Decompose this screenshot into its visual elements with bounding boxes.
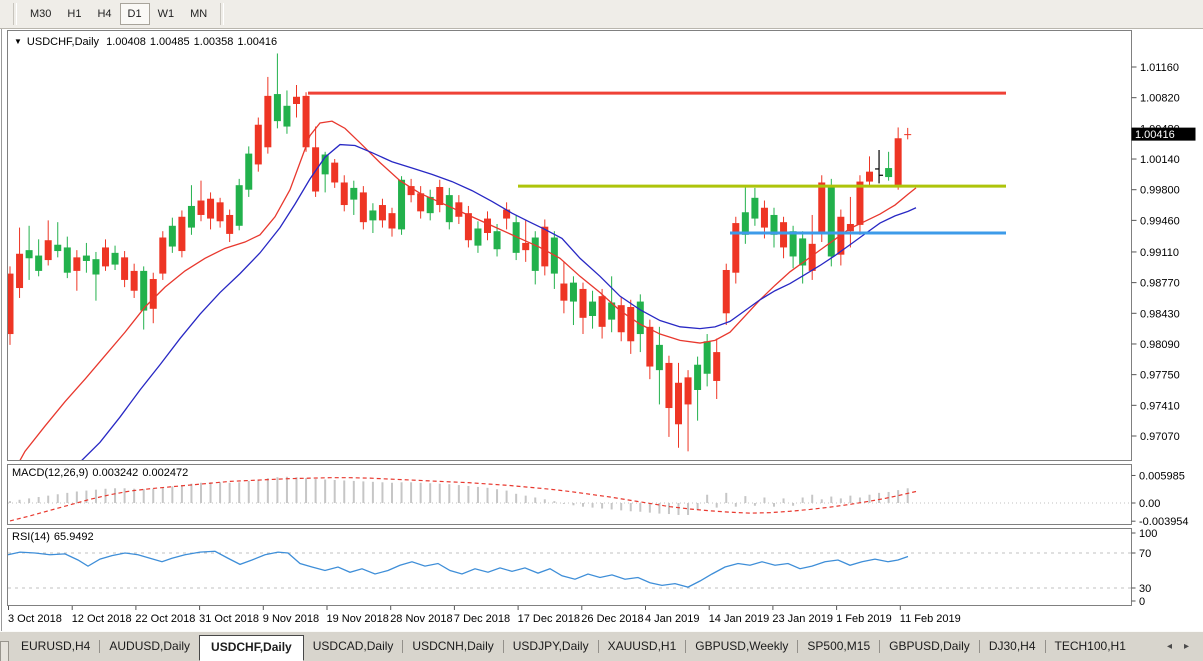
svg-text:0.97070: 0.97070 xyxy=(1140,431,1180,443)
svg-text:7 Dec 2018: 7 Dec 2018 xyxy=(454,613,510,625)
ohlc-high: 1.00485 xyxy=(150,36,190,48)
tab-eurusd-h4[interactable]: EURUSD,H4 xyxy=(12,635,99,658)
svg-text:100: 100 xyxy=(1139,528,1157,540)
tab-tech100-h1[interactable]: TECH100,H1 xyxy=(1046,635,1135,658)
symbol-label: USDCHF,Daily xyxy=(27,36,99,48)
tab-sp500-m15[interactable]: SP500,M15 xyxy=(798,635,879,658)
svg-text:9 Nov 2018: 9 Nov 2018 xyxy=(263,613,319,625)
svg-text:23 Jan 2019: 23 Jan 2019 xyxy=(772,613,833,625)
svg-text:30: 30 xyxy=(1139,583,1151,595)
svg-text:14 Jan 2019: 14 Jan 2019 xyxy=(709,613,770,625)
partial-tab[interactable] xyxy=(0,641,9,661)
svg-text:0.005985: 0.005985 xyxy=(1139,470,1185,482)
svg-text:1.00140: 1.00140 xyxy=(1140,154,1180,166)
macd-signal-value: 0.002472 xyxy=(142,467,188,479)
timeframe-toolbar: M30 H1 H4 D1 W1 MN xyxy=(0,0,1203,29)
svg-text:1 Feb 2019: 1 Feb 2019 xyxy=(836,613,892,625)
svg-text:1.00416: 1.00416 xyxy=(1135,129,1175,141)
svg-text:4 Jan 2019: 4 Jan 2019 xyxy=(645,613,699,625)
rsi-indicator-label: RSI(14) 65.9492 xyxy=(12,531,98,543)
toolbar-separator xyxy=(220,3,224,25)
tab-scroll-right-icon[interactable]: ▸ xyxy=(1184,641,1189,652)
tab-dj30-h4[interactable]: DJ30,H4 xyxy=(980,635,1045,658)
svg-text:0.00: 0.00 xyxy=(1139,498,1160,510)
svg-text:0.98090: 0.98090 xyxy=(1140,339,1180,351)
svg-text:0.99800: 0.99800 xyxy=(1140,185,1180,197)
chart-symbol-header[interactable]: ▼ USDCHF,Daily 1.00408 1.00485 1.003581.004… xyxy=(14,36,281,48)
chart-tab-bar: EURUSD,H4 AUDUSD,Daily USDCHF,Daily USDC… xyxy=(0,631,1203,661)
chart-canvas[interactable]: 1.011601.008201.004801.001400.998000.994… xyxy=(0,0,1203,661)
ohlc-low: 1.00358 xyxy=(194,36,234,48)
ohlc-open: 1.00408 xyxy=(106,36,146,48)
svg-text:0.97750: 0.97750 xyxy=(1140,370,1180,382)
tab-xauusd-h1[interactable]: XAUUSD,H1 xyxy=(599,635,686,658)
svg-text:0.99460: 0.99460 xyxy=(1140,215,1180,227)
timeframe-button-m30[interactable]: M30 xyxy=(22,3,59,25)
timeframe-button-h4[interactable]: H4 xyxy=(89,3,119,25)
timeframe-button-mn[interactable]: MN xyxy=(182,3,215,25)
svg-text:70: 70 xyxy=(1139,548,1151,560)
tab-usdcnh-daily[interactable]: USDCNH,Daily xyxy=(403,635,502,658)
svg-text:28 Nov 2018: 28 Nov 2018 xyxy=(390,613,452,625)
tab-scroll-arrows: ◂ ▸ xyxy=(1153,641,1203,652)
tab-scroll-left-icon[interactable]: ◂ xyxy=(1167,641,1172,652)
svg-text:0.97410: 0.97410 xyxy=(1140,400,1180,412)
rsi-value: 65.9492 xyxy=(54,531,94,543)
macd-indicator-label: MACD(12,26,9) 0.003242 0.002472 xyxy=(12,467,192,479)
svg-text:3 Oct 2018: 3 Oct 2018 xyxy=(8,613,62,625)
svg-text:1.01160: 1.01160 xyxy=(1140,62,1179,74)
svg-text:19 Nov 2018: 19 Nov 2018 xyxy=(327,613,389,625)
tab-usdcad-daily[interactable]: USDCAD,Daily xyxy=(304,635,403,658)
svg-text:0.99110: 0.99110 xyxy=(1140,247,1179,259)
svg-text:26 Dec 2018: 26 Dec 2018 xyxy=(581,613,643,625)
svg-text:0: 0 xyxy=(1139,596,1145,608)
timeframe-button-h1[interactable]: H1 xyxy=(59,3,89,25)
rsi-name: RSI(14) xyxy=(12,531,50,543)
timeframe-button-w1[interactable]: W1 xyxy=(150,3,183,25)
tab-gbpusd-weekly[interactable]: GBPUSD,Weekly xyxy=(686,635,797,658)
tab-usdchf-daily[interactable]: USDCHF,Daily xyxy=(199,635,304,661)
svg-text:-0.003954: -0.003954 xyxy=(1139,516,1189,528)
svg-text:1.00820: 1.00820 xyxy=(1140,93,1180,105)
timeframe-button-d1[interactable]: D1 xyxy=(120,3,150,25)
ohlc-close: 1.00416 xyxy=(237,36,277,48)
macd-name: MACD(12,26,9) xyxy=(12,467,88,479)
macd-main-value: 0.003242 xyxy=(92,467,138,479)
chevron-down-icon: ▼ xyxy=(14,37,22,46)
tab-usdjpy-daily[interactable]: USDJPY,Daily xyxy=(504,635,598,658)
svg-text:11 Feb 2019: 11 Feb 2019 xyxy=(900,613,961,625)
svg-text:31 Oct 2018: 31 Oct 2018 xyxy=(199,613,259,625)
tab-gbpusd-daily[interactable]: GBPUSD,Daily xyxy=(880,635,979,658)
svg-text:0.98770: 0.98770 xyxy=(1140,278,1180,290)
mt4-trading-window: { "toolbar": { "buttons": ["M30", "H1", … xyxy=(0,0,1203,661)
svg-text:22 Oct 2018: 22 Oct 2018 xyxy=(135,613,195,625)
svg-text:17 Dec 2018: 17 Dec 2018 xyxy=(518,613,580,625)
svg-text:0.98430: 0.98430 xyxy=(1140,308,1180,320)
svg-text:12 Oct 2018: 12 Oct 2018 xyxy=(72,613,132,625)
toolbar-separator xyxy=(13,3,17,25)
tab-audusd-daily[interactable]: AUDUSD,Daily xyxy=(100,635,199,658)
